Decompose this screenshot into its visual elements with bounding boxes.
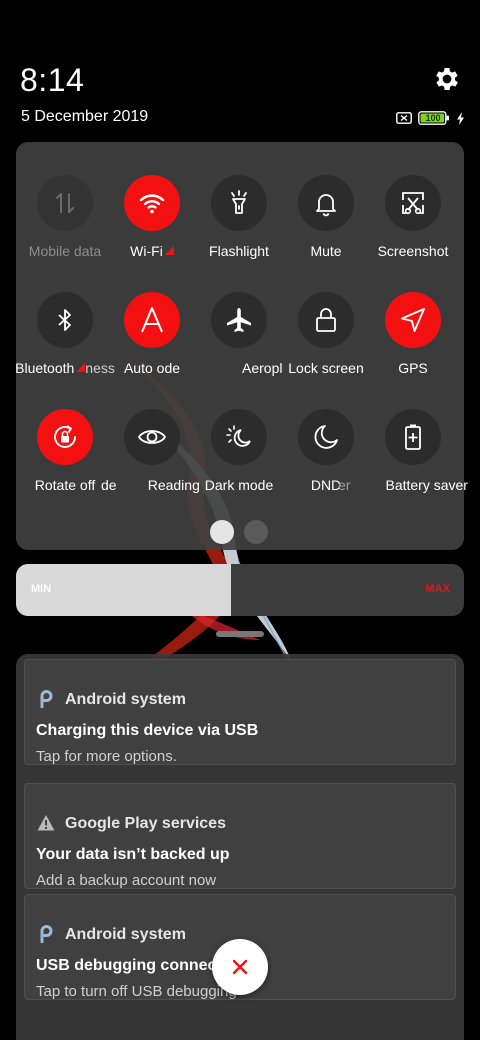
tile-screenshot-toggle[interactable] (385, 175, 441, 231)
settings-gear-icon[interactable] (432, 64, 462, 94)
tile-wifi[interactable]: Wi-Fi (107, 172, 197, 272)
tile-dark-mode[interactable]: Dark mode (194, 406, 284, 506)
notification-app-name: Google Play services (65, 815, 226, 832)
tile-label: Screenshot (377, 243, 449, 259)
lock-icon (316, 308, 336, 332)
notification-text: Tap for more options. (36, 748, 177, 765)
status-icons: 100 (396, 110, 465, 126)
dark-mode-icon (226, 425, 251, 447)
tile-auto-brightness[interactable]: Auto ode (107, 289, 197, 389)
tile-wifi-toggle[interactable] (124, 175, 180, 231)
wifi-icon (139, 194, 165, 214)
battery-level: 100 (425, 113, 441, 123)
tile-mute-toggle[interactable] (298, 175, 354, 231)
notification-title: USB debugging connected (36, 957, 241, 974)
tile-lock-screen-toggle[interactable] (298, 292, 354, 348)
drag-handle[interactable] (216, 631, 264, 637)
charging-bolt-icon (457, 111, 464, 125)
status-header: 8:14 5 December 2019 100 (0, 0, 480, 140)
android-system-icon (40, 925, 53, 943)
notification-title: Your data isn’t backed up (36, 846, 230, 863)
tile-label: er Battery saver (338, 477, 468, 493)
tile-auto-brightness-toggle[interactable] (124, 292, 180, 348)
tile-bluetooth[interactable]: Bluetooth ness (15, 289, 115, 389)
bell-icon (316, 194, 336, 217)
tile-battery-saver-toggle[interactable] (385, 409, 441, 465)
rotation-lock-icon (54, 425, 76, 448)
flashlight-icon (231, 190, 247, 214)
tile-screenshot[interactable]: Screenshot (368, 172, 458, 272)
close-icon (232, 959, 248, 975)
battery-saver-icon (405, 424, 421, 450)
airplane-icon (227, 308, 251, 332)
tile-mobile-data[interactable]: Mobile data (20, 172, 110, 272)
android-system-icon (40, 690, 53, 708)
tile-aeroplane-mode-toggle[interactable] (211, 292, 267, 348)
clock: 8:14 (20, 62, 85, 98)
tile-reading-mode-toggle[interactable] (124, 409, 180, 465)
tile-battery-saver[interactable]: er Battery saver (338, 406, 468, 506)
quick-settings-panel: Mobile data Wi-Fi Flashlight Mute Screen… (15, 142, 468, 550)
tile-mobile-data-toggle[interactable] (37, 175, 93, 231)
page-dot-1[interactable] (210, 520, 234, 544)
tile-dnd-toggle[interactable] (298, 409, 354, 465)
date: 5 December 2019 (21, 108, 149, 125)
tile-lock-screen[interactable]: Lock screen (281, 289, 371, 389)
tile-rotate[interactable]: Rotate off (20, 406, 110, 506)
page-dot-2[interactable] (244, 520, 268, 544)
no-sim-icon (396, 112, 412, 124)
moon-icon (314, 425, 338, 449)
eye-icon (137, 430, 167, 444)
tile-reading-mode[interactable]: de Reading mode (101, 406, 203, 506)
tile-flashlight[interactable]: Flashlight (194, 172, 284, 272)
screenshot-icon (402, 192, 424, 215)
location-arrow-icon (401, 308, 425, 332)
notification-text: Tap to turn off USB debugging (36, 983, 237, 1000)
notification-card[interactable]: Google Play services Your data isn’t bac… (24, 783, 456, 889)
tile-label: Auto ode (123, 360, 181, 376)
notification-title: Charging this device via USB (36, 722, 259, 739)
notification-text: Add a backup account now (36, 872, 217, 889)
expand-marker-icon (164, 246, 174, 255)
battery-icon: 100 (418, 111, 450, 125)
auto-brightness-icon (141, 307, 163, 333)
tile-label: GPS (398, 360, 428, 376)
tile-rotate-toggle[interactable] (37, 409, 93, 465)
notification-card[interactable]: Android system Charging this device via … (24, 659, 456, 765)
bluetooth-icon (58, 309, 71, 331)
notification-app-name: Android system (65, 691, 186, 708)
tile-dark-mode-toggle[interactable] (211, 409, 267, 465)
tile-gps[interactable]: GPS (368, 289, 458, 389)
tile-gps-toggle[interactable] (385, 292, 441, 348)
notification-app-name: Android system (65, 926, 186, 943)
tile-flashlight-toggle[interactable] (211, 175, 267, 231)
tile-aeroplane-mode[interactable]: Aeroplane mode (194, 289, 284, 389)
warning-icon (37, 815, 55, 831)
tile-mute[interactable]: Mute (281, 172, 371, 272)
page-indicator (210, 520, 268, 544)
tile-bluetooth-toggle[interactable] (37, 292, 93, 348)
mobile-data-icon (56, 193, 74, 213)
clear-all-button[interactable] (212, 939, 268, 995)
brightness-max-label: MAX (425, 583, 450, 595)
brightness-min-label: MIN (31, 583, 52, 595)
expand-marker-icon (76, 363, 86, 372)
brightness-slider[interactable]: MIN MAX (16, 564, 464, 616)
